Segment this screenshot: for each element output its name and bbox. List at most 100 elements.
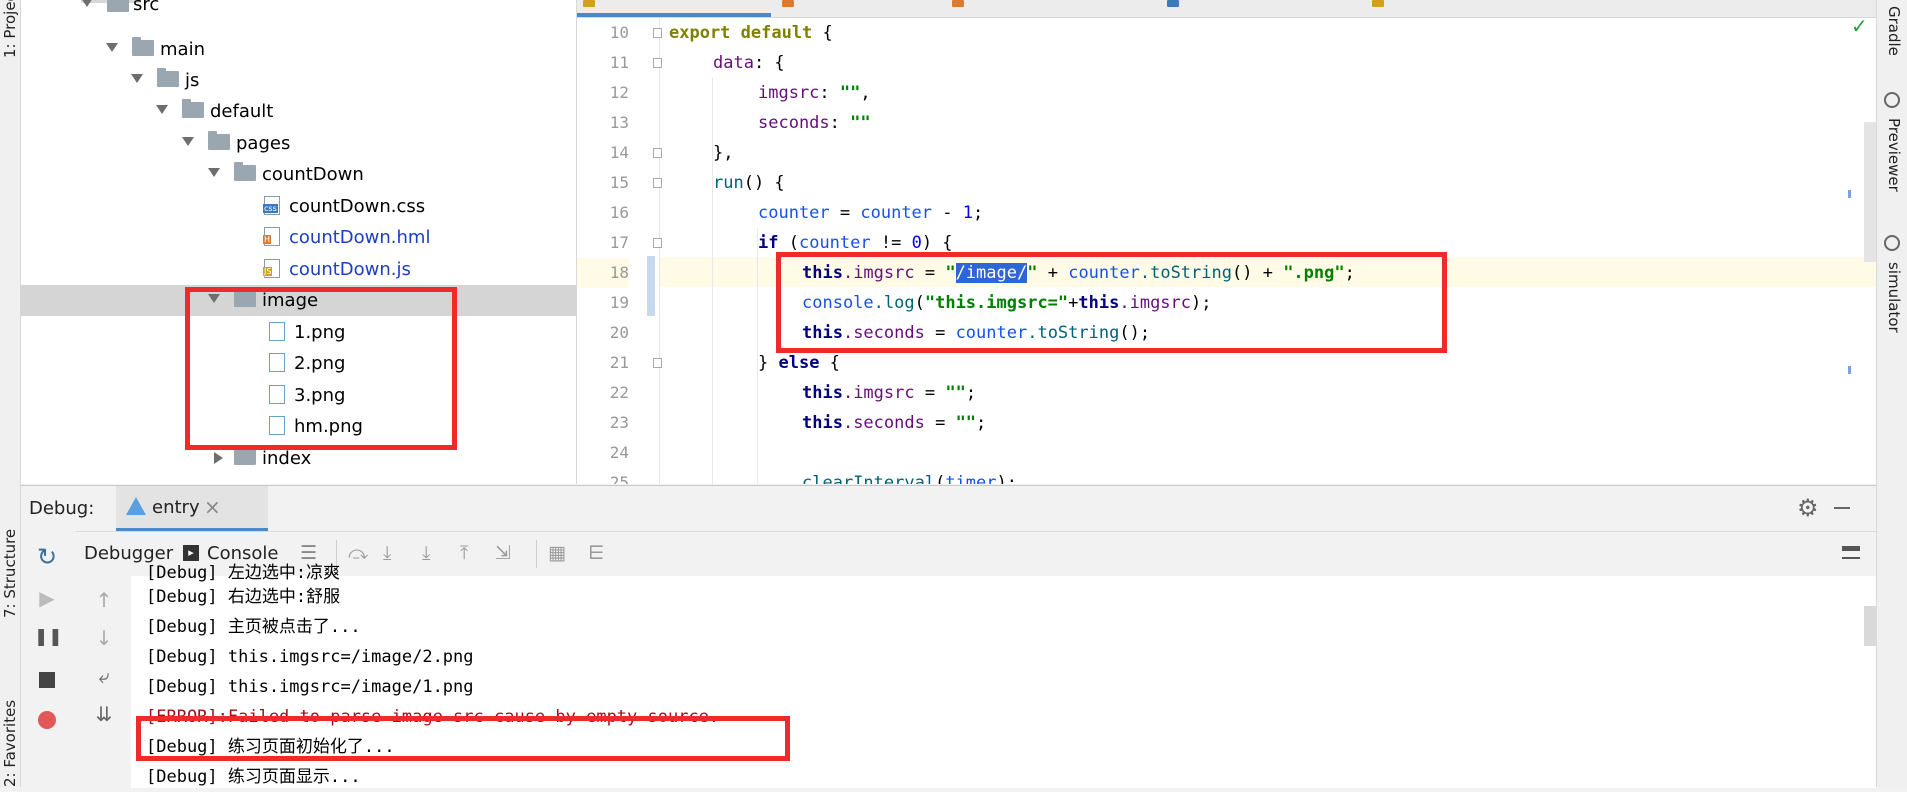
tree-label: src [133, 0, 160, 15]
editor-tab-bar[interactable] [577, 0, 1876, 18]
tab-entry[interactable]: entry × [116, 486, 268, 531]
tree-label: main [160, 39, 205, 60]
tree-row-src[interactable]: src [21, 0, 576, 33]
code-editor[interactable]: 10 11 12 13 14 15 16 17 18 19 20 21 22 2… [577, 0, 1876, 484]
scroll-to-end-icon[interactable]: ⇊ [91, 702, 117, 726]
close-icon[interactable]: × [204, 495, 221, 519]
scroll-marker [1848, 190, 1851, 198]
tree-row-countdown-css[interactable]: css countDown.css [21, 191, 576, 222]
line-number-gutter: 10 11 12 13 14 15 16 17 18 19 20 21 22 2… [577, 18, 662, 484]
console-line: [Debug] 主页被点击了... [146, 617, 361, 637]
console-line: [Debug] this.imgsrc=/image/1.png [146, 677, 474, 697]
simulator-side-tab[interactable]: simulator [1885, 262, 1903, 333]
console-scrollbar[interactable] [1864, 606, 1876, 646]
tree-row-js[interactable]: js [21, 65, 576, 96]
stop-icon[interactable] [39, 672, 55, 688]
trace-icon[interactable]: ⋿ [588, 542, 605, 564]
left-tool-strip: 1: Project 7: Structure 2: Favorites [0, 0, 21, 787]
console-line: [Debug] 练习页面显示... [146, 767, 361, 787]
code-line-23: this.seconds = ""; [802, 413, 987, 433]
previewer-globe-icon [1884, 92, 1900, 108]
line-number: 13 [609, 113, 629, 132]
folder-icon [107, 0, 129, 12]
fold-marker-icon[interactable] [653, 58, 662, 68]
debug-toolbar: Debugger ▸ Console ☰ ⤼ ⤓ ⤓ ⤒ ⇲ ▦ ⋿ [76, 531, 1876, 578]
fold-marker-icon[interactable] [653, 178, 662, 188]
line-number: 23 [609, 413, 629, 432]
fold-marker-icon[interactable] [653, 148, 662, 158]
debug-header: Debug: entry × ⚙ [21, 486, 1876, 531]
tree-label: countDown.css [289, 196, 426, 217]
scroll-marker [1848, 366, 1851, 374]
expand-arrow-icon[interactable] [182, 137, 194, 146]
tree-label: countDown.js [289, 259, 411, 280]
soft-wrap-icon[interactable]: ⤶ [91, 664, 117, 688]
tree-label: pages [236, 133, 291, 154]
hml-file-icon: H [263, 227, 280, 246]
right-tool-strip: Gradle Previewer simulator [1876, 0, 1907, 787]
code-line-16: counter = counter - 1; [758, 203, 984, 223]
expand-arrow-icon[interactable] [208, 168, 220, 177]
harmony-app-icon [126, 497, 146, 515]
line-number: 14 [609, 143, 629, 162]
tree-row-default[interactable]: default [21, 96, 576, 127]
favorites-side-tab[interactable]: 2: Favorites [1, 700, 19, 787]
previewer-side-tab[interactable]: Previewer [1885, 118, 1903, 192]
line-number: 18 [577, 258, 629, 288]
tree-row-countdown-hml[interactable]: H countDown.hml [21, 222, 576, 253]
folder-icon [234, 162, 256, 181]
gradle-side-tab[interactable]: Gradle [1885, 6, 1903, 56]
force-step-into-icon[interactable]: ⤓ [422, 542, 430, 564]
code-line-25: clearInterval(timer); [802, 473, 1017, 484]
tree-row-countdown[interactable]: countDown [21, 159, 576, 190]
line-number: 15 [609, 173, 629, 192]
project-side-tab[interactable]: 1: Project [1, 0, 19, 58]
code-line-13: seconds: "" [758, 113, 871, 133]
step-over-icon[interactable]: ⤼ [348, 542, 368, 564]
active-tab-indicator [577, 13, 771, 17]
resume-icon[interactable]: ▶ [34, 586, 60, 610]
expand-arrow-icon[interactable] [156, 105, 168, 114]
evaluate-icon[interactable]: ▦ [548, 542, 566, 564]
run-to-cursor-icon[interactable]: ⇲ [495, 542, 511, 564]
line-number: 21 [609, 353, 629, 372]
layout-settings-icon[interactable] [1842, 546, 1860, 559]
breakpoints-icon[interactable] [38, 711, 56, 729]
tree-row-main[interactable]: main [21, 34, 576, 65]
minimize-icon[interactable] [1834, 507, 1850, 509]
code-highlight-box [776, 252, 1447, 353]
change-marker [647, 256, 655, 316]
structure-side-tab[interactable]: 7: Structure [1, 529, 19, 618]
fold-marker-icon[interactable] [653, 238, 662, 248]
console-line: [Debug] this.imgsrc=/image/2.png [146, 647, 474, 667]
no-problems-check-icon: ✓ [1851, 14, 1868, 38]
line-number: 11 [609, 53, 629, 72]
expand-arrow-icon[interactable] [81, 0, 93, 7]
step-into-icon[interactable]: ⤓ [383, 542, 391, 564]
toolbar-divider [536, 540, 537, 568]
code-line-15: run() { [713, 173, 785, 193]
gear-icon[interactable]: ⚙ [1797, 494, 1819, 522]
expand-arrow-icon[interactable] [131, 74, 143, 83]
folder-icon [208, 131, 230, 150]
collapse-arrow-icon[interactable] [214, 452, 223, 464]
rerun-icon[interactable]: ↻ [34, 545, 60, 569]
tree-row-pages[interactable]: pages [21, 128, 576, 159]
step-out-icon[interactable]: ⤒ [460, 542, 468, 564]
line-number: 16 [609, 203, 629, 222]
fold-marker-icon[interactable] [653, 358, 662, 368]
expand-arrow-icon[interactable] [106, 43, 118, 52]
console-line: [Debug] 右边选中:舒服 [146, 587, 341, 607]
tree-label: default [210, 101, 274, 122]
editor-scrollbar[interactable] [1864, 122, 1876, 262]
down-arrow-icon[interactable]: ↓ [91, 626, 117, 650]
up-arrow-icon[interactable]: ↑ [91, 588, 117, 612]
folder-icon [234, 446, 256, 465]
line-number: 24 [609, 443, 629, 462]
fold-marker-icon[interactable] [653, 28, 662, 38]
tree-row-countdown-js[interactable]: JS countDown.js [21, 254, 576, 285]
js-file-icon: JS [263, 259, 280, 278]
pause-icon[interactable]: ❚❚ [34, 625, 63, 649]
hml-tab-icon [782, 0, 794, 7]
code-line-22: this.imgsrc = ""; [802, 383, 977, 403]
